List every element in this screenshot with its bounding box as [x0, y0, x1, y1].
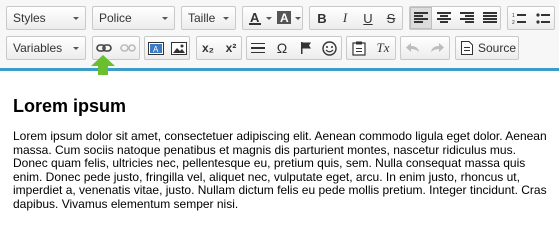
basic-styles-group: B I U S	[309, 6, 403, 30]
bold-button[interactable]: B	[311, 7, 333, 29]
media-group: A	[144, 36, 190, 60]
redo-button[interactable]	[426, 37, 448, 59]
clipboard-group: Tx	[346, 36, 396, 60]
font-dropdown-label: Police	[99, 11, 132, 25]
styles-dropdown[interactable]: Styles	[6, 6, 86, 30]
underline-button[interactable]: U	[357, 7, 379, 29]
document-icon	[461, 41, 473, 55]
remove-format-button[interactable]: Tx	[372, 37, 394, 59]
image-button[interactable]	[168, 37, 190, 59]
editor-toolbar: Styles Police Taille A A B I U S 1 2 Var…	[0, 0, 559, 68]
special-character-button[interactable]: Ω	[271, 37, 293, 59]
source-button-label: Source	[477, 41, 516, 55]
chevron-down-icon	[73, 47, 79, 50]
align-right-button[interactable]	[456, 7, 478, 29]
align-justify-icon	[483, 12, 497, 23]
color-group: A A	[242, 6, 303, 30]
arrow-up-icon	[91, 55, 115, 75]
superscript-button[interactable]: x²	[220, 37, 242, 59]
undo-icon	[406, 43, 419, 52]
bulleted-list-button[interactable]	[532, 7, 554, 29]
unlink-icon	[120, 44, 136, 52]
svg-text:A: A	[280, 11, 289, 25]
align-center-icon	[437, 12, 451, 23]
smiley-icon	[321, 40, 337, 56]
alignment-group	[409, 6, 501, 30]
align-right-icon	[460, 12, 474, 23]
text-field-icon: A	[148, 41, 164, 55]
align-left-icon	[414, 12, 428, 23]
link-icon	[96, 44, 112, 52]
text-field-button[interactable]: A	[145, 37, 167, 59]
size-dropdown-label: Taille	[188, 11, 216, 25]
numbered-list-button[interactable]: 1 2	[508, 7, 530, 29]
flag-icon	[301, 42, 311, 54]
variables-dropdown-label: Variables	[13, 41, 63, 55]
list-group: 1 2	[507, 6, 555, 30]
insert-group: Ω	[246, 36, 342, 60]
italic-button[interactable]: I	[334, 7, 356, 29]
emoji-button[interactable]	[318, 37, 340, 59]
text-color-button[interactable]: A	[245, 7, 273, 29]
svg-text:1: 1	[512, 13, 515, 19]
source-button[interactable]: Source	[458, 37, 516, 59]
align-left-button[interactable]	[410, 7, 432, 29]
clipboard-icon	[352, 41, 366, 56]
bulleted-list-icon	[536, 12, 550, 24]
content-paragraph[interactable]: Lorem ipsum dolor sit amet, consectetuer…	[13, 129, 553, 212]
size-dropdown[interactable]: Taille	[181, 6, 236, 30]
align-center-button[interactable]	[433, 7, 455, 29]
font-dropdown[interactable]: Police	[92, 6, 175, 30]
background-color-button[interactable]: A	[274, 7, 302, 29]
svg-text:A: A	[250, 10, 260, 25]
align-justify-button[interactable]	[479, 7, 501, 29]
svg-text:A: A	[153, 45, 159, 54]
styles-dropdown-label: Styles	[13, 11, 46, 25]
numbered-list-icon: 1 2	[512, 13, 526, 25]
toolbar-bottom-border	[0, 68, 559, 71]
undo-button[interactable]	[402, 37, 424, 59]
paste-button[interactable]	[348, 37, 370, 59]
history-group	[400, 36, 450, 60]
source-group: Source	[455, 36, 519, 60]
chevron-down-icon	[294, 16, 301, 20]
script-group: x₂ x²	[196, 36, 242, 60]
strikethrough-button[interactable]: S	[380, 7, 402, 29]
svg-text:2: 2	[512, 20, 515, 25]
chevron-down-icon	[162, 17, 168, 20]
text-color-icon: A	[248, 10, 261, 25]
anchor-button[interactable]	[295, 37, 317, 59]
chevron-down-icon	[73, 17, 79, 20]
horizontal-line-icon	[251, 43, 265, 53]
redo-icon	[431, 43, 444, 52]
horizontal-line-button[interactable]	[247, 37, 269, 59]
background-color-icon: A	[276, 11, 291, 25]
chevron-down-icon	[265, 16, 272, 20]
subscript-button[interactable]: x₂	[197, 37, 219, 59]
unlink-button[interactable]	[117, 37, 139, 59]
content-heading[interactable]: Lorem ipsum	[13, 96, 126, 117]
image-icon	[171, 41, 187, 55]
variables-dropdown[interactable]: Variables	[6, 36, 86, 60]
chevron-down-icon	[223, 17, 229, 20]
